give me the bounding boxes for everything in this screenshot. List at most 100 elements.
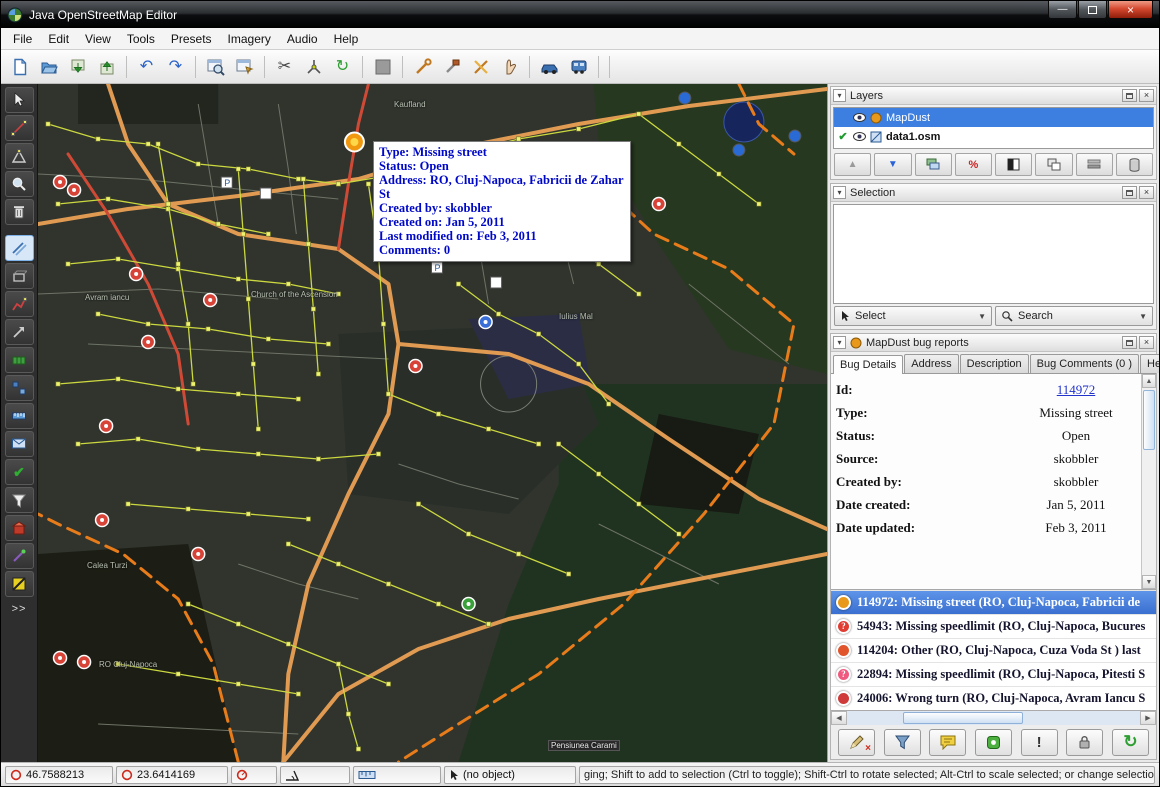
scroll-thumb[interactable] [1143, 390, 1155, 450]
scroll-left-icon[interactable]: ◀ [831, 711, 847, 725]
bug-id-link[interactable]: 114972 [996, 382, 1156, 398]
terrace-tool[interactable] [5, 347, 34, 373]
close-bug-button[interactable] [1066, 729, 1103, 756]
bug-list-item[interactable]: 114972: Missing street (RO, Cluj-Napoca,… [831, 590, 1156, 614]
collapse-icon[interactable]: ▾ [833, 186, 846, 199]
layer-row-mapdust[interactable]: MapDust [834, 108, 1153, 127]
layer-move-up-button[interactable]: ▲ [834, 153, 871, 176]
menu-file[interactable]: File [5, 29, 40, 49]
layer-settings-button[interactable] [1076, 153, 1113, 176]
upload-data-button[interactable] [93, 53, 120, 80]
new-layer-button[interactable] [6, 53, 33, 80]
message-tool[interactable] [5, 431, 34, 457]
download-data-button[interactable] [64, 53, 91, 80]
improve-way-accuracy-tool[interactable] [5, 143, 34, 169]
bug-list-item[interactable]: 114204: Other (RO, Cluj-Napoca, Cuza Vod… [831, 638, 1156, 662]
tab-description[interactable]: Description [960, 354, 1029, 373]
collapse-icon[interactable]: ▾ [833, 89, 846, 102]
zoom-tool[interactable] [5, 171, 34, 197]
open-file-button[interactable] [35, 53, 62, 80]
routing-transit-button[interactable] [565, 53, 592, 80]
split-way-button[interactable]: ✂ [271, 53, 298, 80]
layer-move-down-button[interactable]: ▼ [874, 153, 911, 176]
filter-bugs-button[interactable] [884, 729, 921, 756]
parallel-way-tool[interactable] [5, 235, 34, 261]
align-tool-button[interactable] [438, 53, 465, 80]
update-data-button[interactable]: ↻ [329, 53, 356, 80]
merge-layer-button[interactable] [915, 153, 952, 176]
undo-button[interactable]: ↶ [133, 53, 160, 80]
comment-bug-button[interactable] [929, 729, 966, 756]
orthogonalize-tool-button[interactable] [467, 53, 494, 80]
selection-list[interactable] [833, 204, 1154, 304]
delete-layer-button[interactable] [1116, 153, 1153, 176]
menu-edit[interactable]: Edit [40, 29, 77, 49]
bug-list-item[interactable]: 24006: Wrong turn (RO, Cluj-Napoca, Avra… [831, 686, 1156, 710]
copy-coordinates-tool[interactable] [5, 319, 34, 345]
bug-list-item[interactable]: ? 22894: Missing speedlimit (RO, Cluj-Na… [831, 662, 1156, 686]
menu-imagery[interactable]: Imagery [220, 29, 279, 49]
layer-opacity-button[interactable]: % [955, 153, 992, 176]
bug-list-item[interactable]: ? 54943: Missing speedlimit (RO, Cluj-Na… [831, 614, 1156, 638]
close-button[interactable]: × [1108, 1, 1153, 19]
detach-panel-button[interactable] [1122, 336, 1137, 349]
map-canvas[interactable]: P P [38, 84, 827, 762]
tab-bug-details[interactable]: Bug Details [833, 355, 903, 374]
refresh-bugs-button[interactable]: ↻ [1112, 729, 1149, 756]
select-dropdown-button[interactable]: Select ▼ [834, 306, 992, 326]
reopen-bug-button[interactable] [975, 729, 1012, 756]
redo-button[interactable]: ↷ [162, 53, 189, 80]
detach-panel-button[interactable] [1122, 89, 1137, 102]
draw-way-tool[interactable] [5, 115, 34, 141]
filter-tool[interactable] [5, 487, 34, 513]
layer-row-data1[interactable]: ✔ data1.osm [834, 127, 1153, 146]
routing-car-button[interactable] [536, 53, 563, 80]
close-panel-button[interactable]: × [1139, 336, 1154, 349]
menu-presets[interactable]: Presets [163, 29, 220, 49]
combine-way-button[interactable] [300, 53, 327, 80]
selected-bug-marker[interactable] [345, 133, 364, 152]
tab-address[interactable]: Address [904, 354, 958, 373]
scroll-right-icon[interactable]: ▶ [1140, 711, 1156, 725]
imagery-button[interactable] [369, 53, 396, 80]
menu-audio[interactable]: Audio [279, 29, 326, 49]
collapse-icon[interactable]: ▾ [833, 336, 846, 349]
scroll-up-icon[interactable]: ▲ [1142, 374, 1156, 388]
minimize-button[interactable]: — [1048, 1, 1077, 19]
invalidate-bug-button[interactable]: ! [1021, 729, 1058, 756]
search-objects-button[interactable] [202, 53, 229, 80]
menu-view[interactable]: View [77, 29, 119, 49]
tab-help[interactable]: Help [1140, 354, 1160, 373]
merge-tool-button[interactable] [409, 53, 436, 80]
details-vertical-scrollbar[interactable]: ▲ ▼ [1141, 374, 1156, 589]
visibility-eye-icon[interactable] [853, 113, 866, 122]
pan-button[interactable] [496, 53, 523, 80]
bug-list-horizontal-scrollbar[interactable]: ◀ ▶ [831, 710, 1156, 725]
menu-tools[interactable]: Tools [119, 29, 163, 49]
wand-tool[interactable] [5, 543, 34, 569]
close-panel-button[interactable]: × [1139, 89, 1154, 102]
extrude-tool[interactable] [5, 263, 34, 289]
tab-bug-comments[interactable]: Bug Comments (0 ) [1030, 354, 1139, 373]
scroll-thumb[interactable] [903, 712, 1023, 724]
layer-dim-button[interactable] [995, 153, 1032, 176]
select-tool[interactable] [5, 87, 34, 113]
building-tool[interactable] [5, 515, 34, 541]
follow-line-tool[interactable] [5, 291, 34, 317]
add-bug-button[interactable]: × [838, 729, 875, 756]
more-tools-button[interactable]: >> [12, 603, 27, 615]
scroll-down-icon[interactable]: ▼ [1142, 575, 1156, 589]
duplicate-layer-button[interactable] [1035, 153, 1072, 176]
preferences-button[interactable] [231, 53, 258, 80]
maximize-button[interactable] [1078, 1, 1107, 19]
contour-merge-tool[interactable] [5, 571, 34, 597]
visibility-eye-icon[interactable] [853, 132, 866, 141]
validate-tool[interactable]: ✔ [5, 459, 34, 485]
search-dropdown-button[interactable]: Search ▼ [995, 306, 1153, 326]
delete-tool[interactable] [5, 199, 34, 225]
align-nodes-tool[interactable] [5, 375, 34, 401]
measure-tool[interactable] [5, 403, 34, 429]
close-panel-button[interactable]: × [1139, 186, 1154, 199]
menu-help[interactable]: Help [326, 29, 367, 49]
detach-panel-button[interactable] [1122, 186, 1137, 199]
